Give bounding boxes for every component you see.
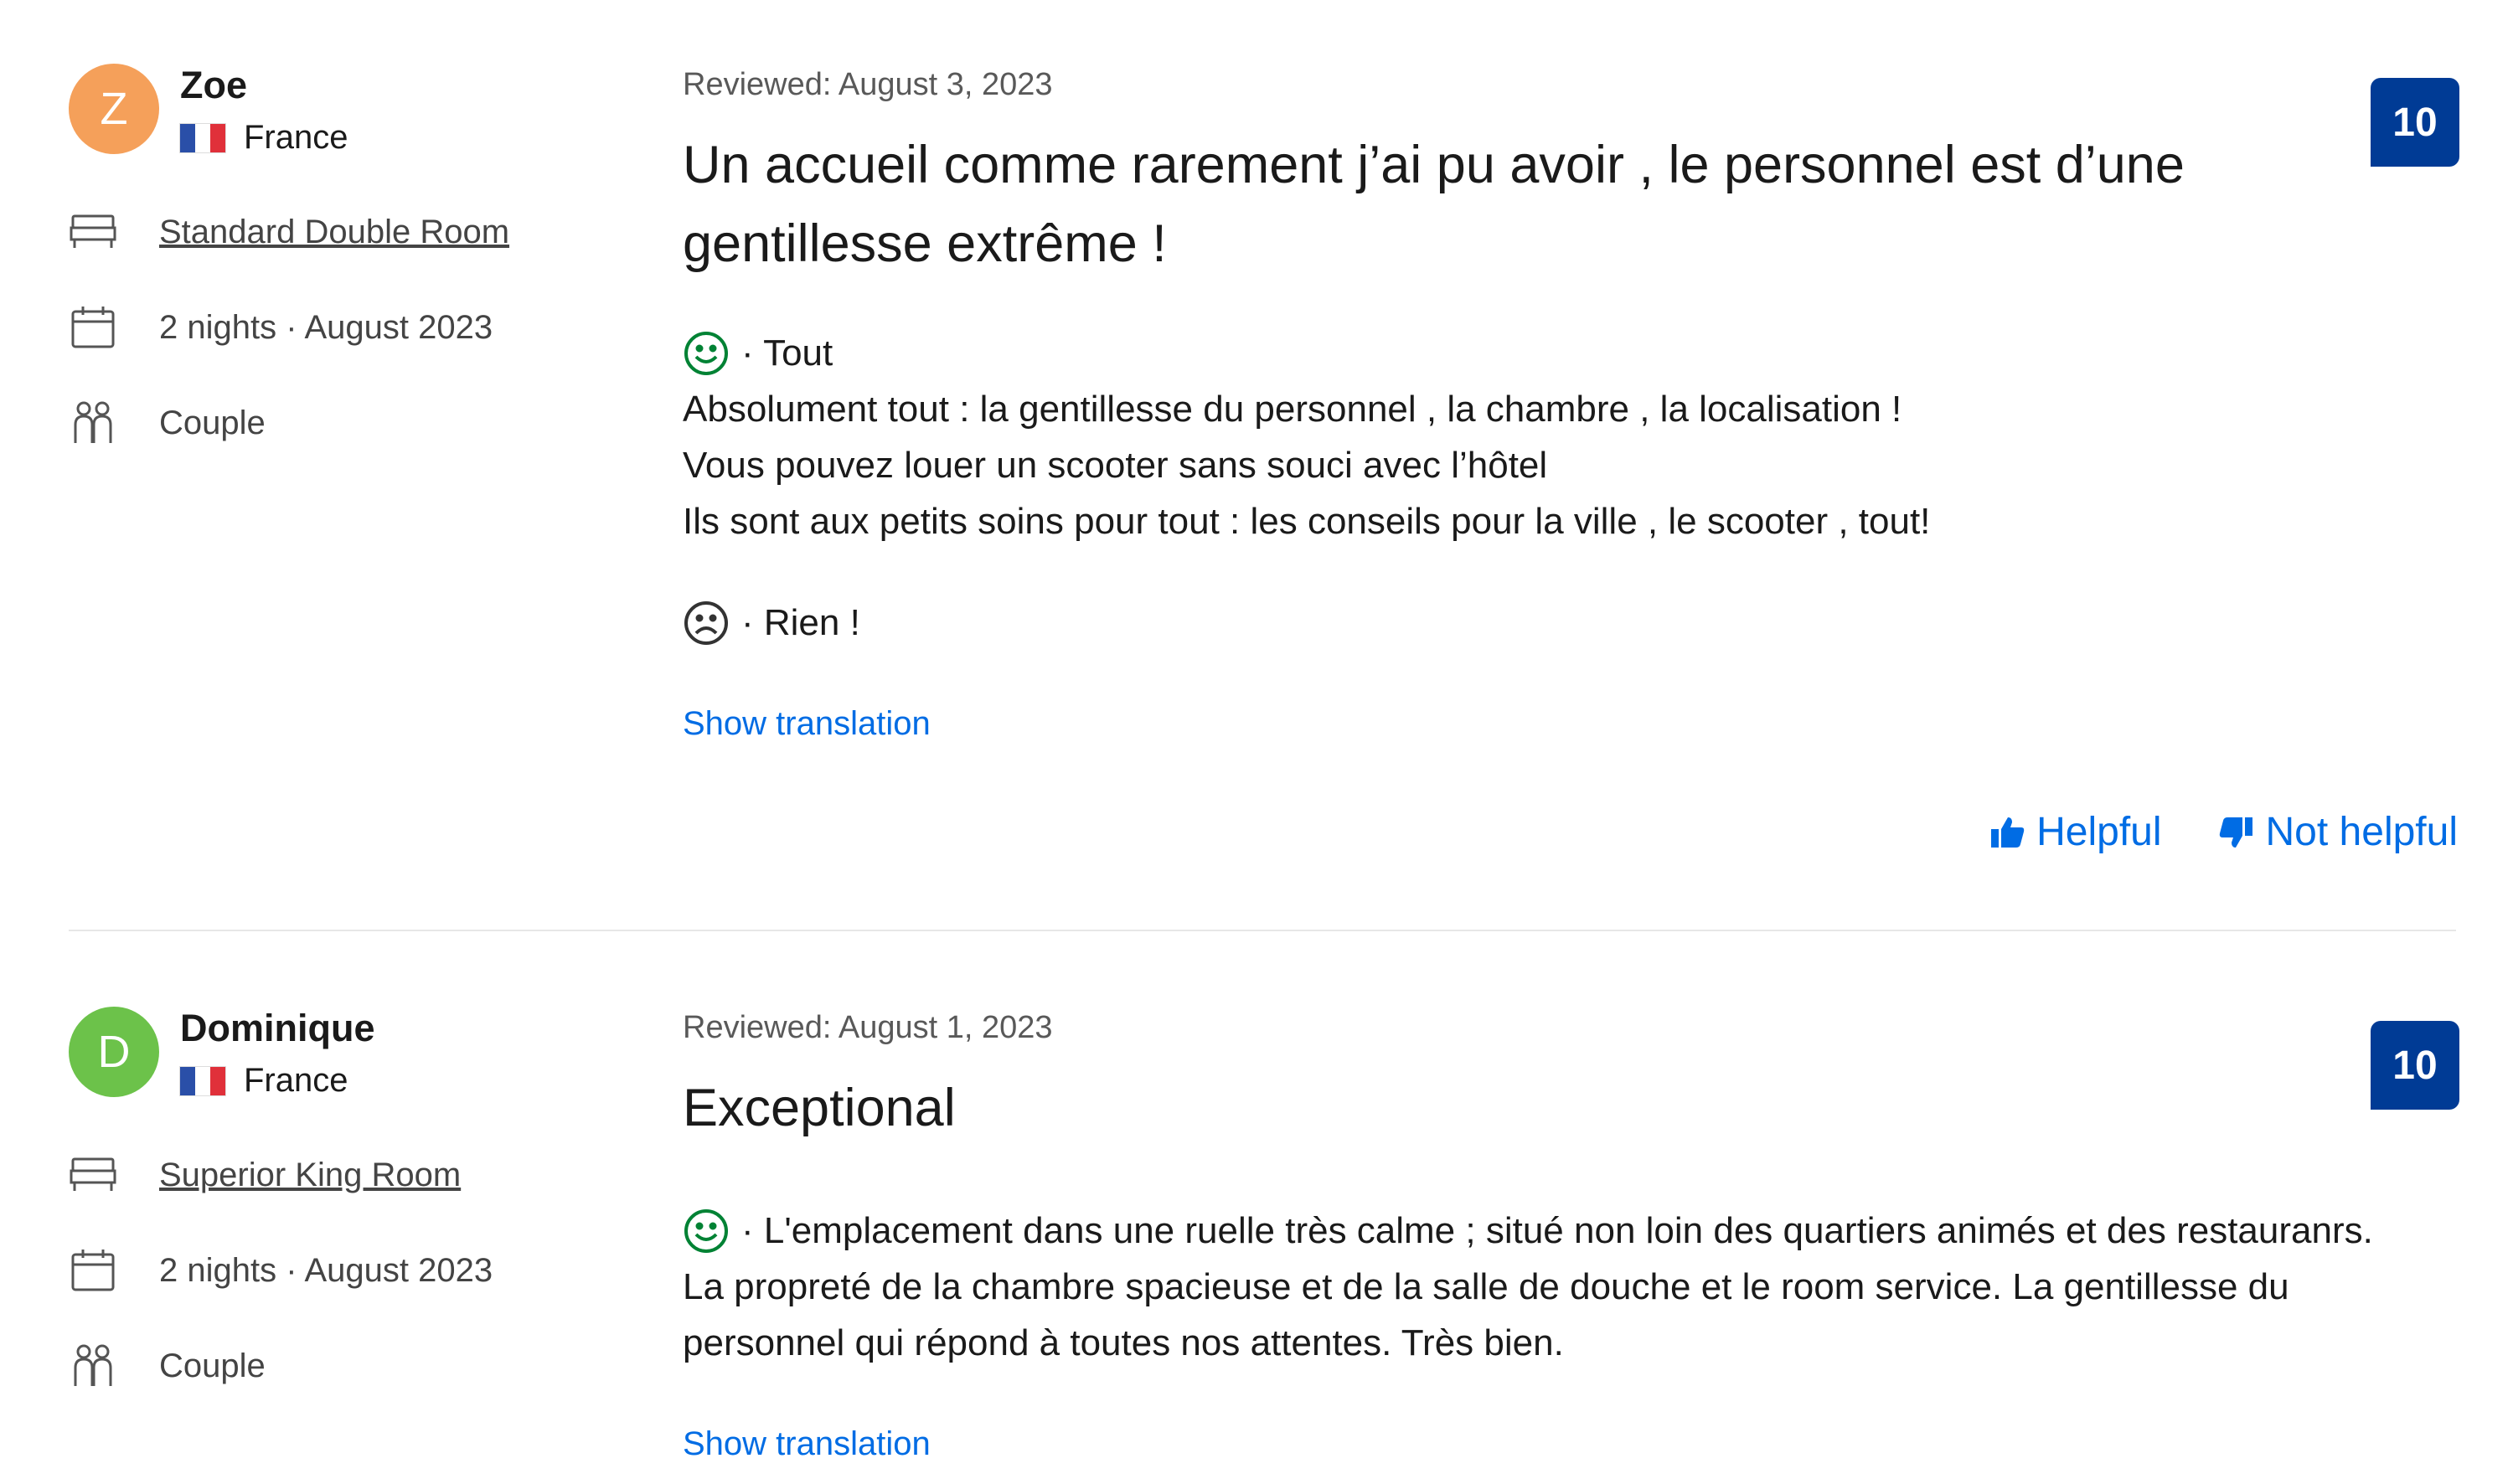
people-icon [69, 400, 117, 446]
negative-header: · Rien ! [683, 595, 2459, 651]
france-flag-icon [180, 1066, 225, 1095]
positive-header: · Tout [683, 325, 2459, 381]
show-translation-link[interactable]: Show translation [683, 705, 931, 743]
country-label: France [244, 119, 348, 156]
reviewer-name: Dominique [180, 1007, 375, 1049]
people-icon [69, 1343, 117, 1389]
review-title: Exceptional [683, 1069, 2358, 1147]
show-translation-link[interactable]: Show translation [683, 1425, 931, 1463]
not-helpful-button[interactable]: Not helpful [2219, 809, 2458, 855]
reviewer-country: France [180, 1062, 348, 1100]
review-title-line: Exceptional [683, 1079, 956, 1137]
negative-section: · Rien ! [683, 595, 2459, 651]
review-title-line: gentillesse extrême ! [683, 214, 1167, 273]
negative-label: · Rien ! [741, 602, 860, 643]
not-helpful-label: Not helpful [2265, 810, 2458, 854]
score-badge: 10 [2371, 1021, 2459, 1110]
room-type: Standard Double Room [69, 209, 509, 255]
smile-icon [684, 1208, 728, 1253]
positive-section: · Tout Absolument tout : la gentillesse … [683, 325, 2459, 549]
room-type-link[interactable]: Standard Double Room [159, 214, 509, 251]
calendar-icon [69, 1248, 117, 1293]
bed-icon [69, 209, 117, 255]
review-date: Reviewed: August 3, 2023 [683, 67, 1053, 102]
country-label: France [244, 1062, 348, 1099]
france-flag-icon [180, 123, 225, 152]
thumbs-down-icon [2219, 817, 2252, 848]
review-title-line: Un accueil comme rarement j’ai pu avoir … [683, 136, 2185, 194]
bed-icon [69, 1152, 117, 1198]
smile-icon [684, 331, 728, 375]
positive-text: Absolument tout : la gentillesse du pers… [683, 389, 1902, 430]
traveler-label: Couple [159, 404, 266, 441]
room-type: Superior King Room [69, 1152, 461, 1198]
review-divider [69, 930, 2456, 931]
positive-label: · Tout [741, 332, 833, 374]
positive-text: Vous pouvez louer un scooter sans souci … [683, 445, 1548, 486]
review-title: Un accueil comme rarement j’ai pu avoir … [683, 126, 2358, 283]
vote-buttons: Helpful Not helpful [1989, 809, 2458, 855]
stay-label: 2 nights · August 2023 [159, 308, 493, 346]
helpful-button[interactable]: Helpful [1989, 809, 2162, 855]
avatar: Z [69, 64, 159, 154]
frown-icon [684, 600, 728, 645]
score-badge: 10 [2371, 78, 2459, 167]
calendar-icon [69, 305, 117, 350]
traveler-type: Couple [69, 400, 266, 446]
positive-text: personnel qui répond à toutes nos attent… [683, 1322, 1564, 1363]
room-type-link[interactable]: Superior King Room [159, 1157, 461, 1194]
stay-details: 2 nights · August 2023 [69, 305, 493, 350]
stay-label: 2 nights · August 2023 [159, 1251, 493, 1289]
traveler-type: Couple [69, 1343, 266, 1389]
positive-text: La propreté de la chambre spacieuse et d… [683, 1266, 2289, 1307]
reviewer-name: Zoe [180, 64, 248, 106]
thumbs-up-icon [1991, 817, 2025, 848]
review-date: Reviewed: August 1, 2023 [683, 1010, 1053, 1045]
stay-details: 2 nights · August 2023 [69, 1248, 493, 1293]
positive-text: Ils sont aux petits soins pour tout : le… [683, 501, 1931, 542]
helpful-label: Helpful [2036, 810, 2162, 854]
positive-header: · L'emplacement dans une ruelle très cal… [683, 1203, 2459, 1259]
traveler-label: Couple [159, 1347, 266, 1384]
reviewer-country: France [180, 119, 348, 157]
avatar: D [69, 1007, 159, 1097]
positive-section: · L'emplacement dans une ruelle très cal… [683, 1203, 2459, 1371]
positive-text: · L'emplacement dans une ruelle très cal… [741, 1210, 2373, 1251]
